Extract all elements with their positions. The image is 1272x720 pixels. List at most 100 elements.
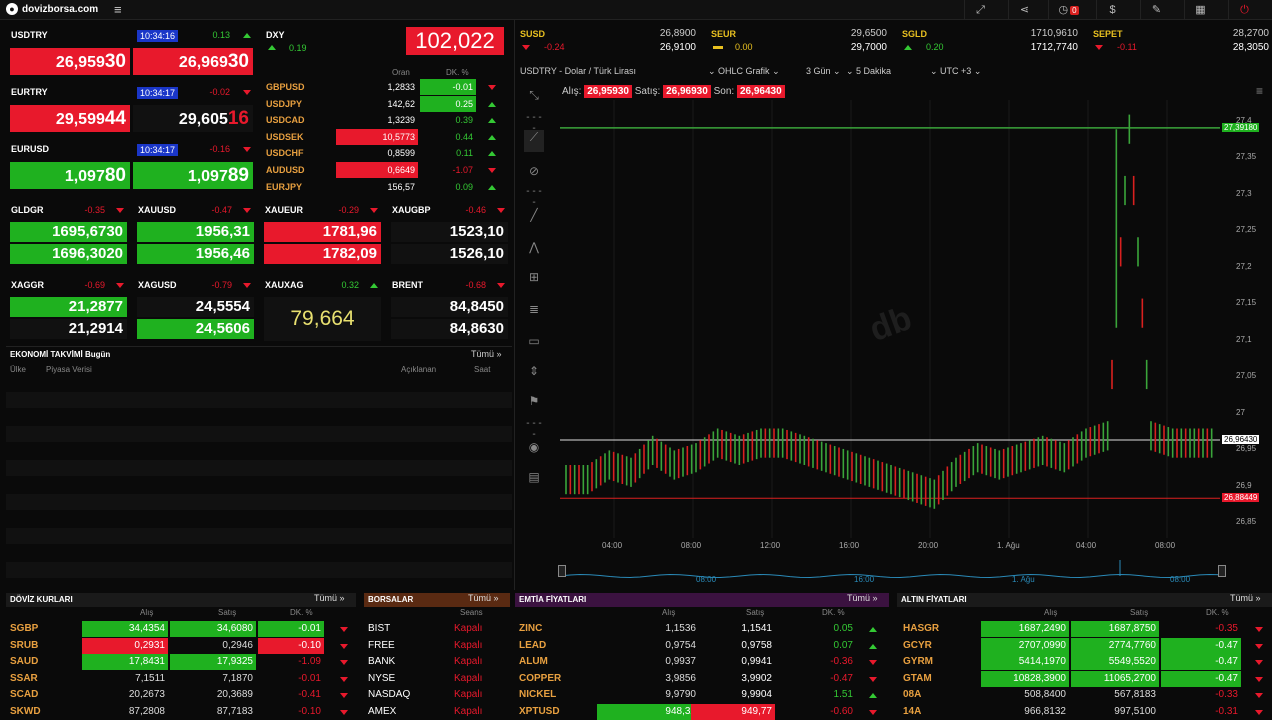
doviz-all-link[interactable]: Tümü » xyxy=(314,593,345,603)
exchange-row[interactable]: NYSE Kapalı xyxy=(364,671,510,687)
flag-icon[interactable]: ⚑ xyxy=(524,394,544,408)
arrow-down-icon xyxy=(340,627,348,632)
commodity-row[interactable]: XPTUSD 948,32 949,77 -0.60 xyxy=(515,703,889,720)
session-status: Kapalı xyxy=(454,639,483,651)
exchange-row[interactable]: FREE Kapalı xyxy=(364,638,510,654)
metal-ask[interactable]: 1696,3020 xyxy=(10,244,127,264)
x-tick: 08:00 xyxy=(1155,541,1176,550)
metal-ask[interactable]: 1526,10 xyxy=(391,244,508,264)
fx-bid[interactable]: 26,95930 xyxy=(10,48,130,75)
strip-bid: 1710,9610 xyxy=(1030,28,1078,39)
dash-line-icon[interactable]: - - - - xyxy=(524,186,544,208)
navigator-handle-right[interactable] xyxy=(1218,565,1226,577)
metal-bid[interactable]: 1695,6730 xyxy=(10,222,127,242)
menu-icon[interactable]: ≡ xyxy=(114,2,122,17)
chart-interval-value: 5 Dakika xyxy=(856,66,892,76)
dxy-row[interactable]: USDJPY 142,62 0.25 xyxy=(262,95,502,112)
bid-tail: 30 xyxy=(104,51,126,72)
commodity-row[interactable]: ZINC 1,1536 1,1541 0.05 xyxy=(515,621,889,637)
metal-bid[interactable]: 1523,10 xyxy=(391,222,508,242)
chart-navigator[interactable] xyxy=(560,560,1224,584)
chart-interval-select[interactable]: ⌄ 5 Dakika xyxy=(846,66,891,77)
exchange-row[interactable]: NASDAQ Kapalı xyxy=(364,687,510,703)
econ-all-link[interactable]: Tümü » xyxy=(471,349,502,359)
chart-tz-select[interactable]: ⌄ UTC +3 ⌄ xyxy=(930,66,981,77)
metal-ask[interactable]: 1956,46 xyxy=(137,244,254,264)
metal-bid[interactable]: 1781,96 xyxy=(264,222,381,242)
edit-icon[interactable]: ✎ xyxy=(1140,0,1172,20)
currency-icon[interactable]: $ xyxy=(1096,0,1128,20)
text-tool-icon[interactable]: ▭ xyxy=(524,334,544,348)
line-tool-icon[interactable]: ╱ xyxy=(524,208,544,222)
fx-bid[interactable]: 1,09780 xyxy=(10,162,130,189)
col-change: DK. % xyxy=(290,608,313,617)
exchange-row[interactable]: BANK Kapalı xyxy=(364,654,510,670)
borsalar-all-link[interactable]: Tümü » xyxy=(468,593,499,603)
dxy-row[interactable]: USDCAD 1,3239 0.39 xyxy=(262,112,502,128)
commodity-row[interactable]: LEAD 0,9754 0,9758 0.07 xyxy=(515,638,889,654)
dxy-row[interactable]: GBPUSD 1,2833 -0.01 xyxy=(262,79,502,95)
trend-icon[interactable]: ⟋ xyxy=(524,130,544,152)
metal-ask[interactable]: 84,8630 xyxy=(391,319,508,339)
gold-row[interactable]: HASGR 1687,2490 1687,8750 -0.35 xyxy=(897,621,1272,637)
chart-type-value: OHLC Grafik xyxy=(718,66,770,76)
hide-icon[interactable]: ⊘ xyxy=(524,164,544,178)
doviz-row[interactable]: SKWD 87,2808 87,7183 -0.10 xyxy=(6,704,356,720)
exchange-row[interactable]: BIST Kapalı xyxy=(364,621,510,637)
metal-ask[interactable]: 24,5606 xyxy=(137,319,254,339)
commodity-row[interactable]: ALUM 0,9937 0,9941 -0.36 xyxy=(515,654,889,670)
doviz-row[interactable]: SCAD 20,2673 20,3689 -0.41 xyxy=(6,687,356,703)
dxy-row[interactable]: EURJPY 156,57 0.09 xyxy=(262,179,502,195)
doviz-row[interactable]: SAUD 17,8431 17,9325 -1.09 xyxy=(6,654,356,670)
commodity-row[interactable]: NICKEL 9,9790 9,9904 1.51 xyxy=(515,687,889,703)
metal-bid[interactable]: 84,8450 xyxy=(391,297,508,317)
gold-row[interactable]: 14A 966,8132 997,5100 -0.31 xyxy=(897,704,1272,720)
power-icon[interactable]: ⏻ xyxy=(1228,0,1260,20)
alarm-button[interactable]: ◷ 0 xyxy=(1048,0,1088,20)
metal-ask[interactable]: 21,2914 xyxy=(10,319,127,339)
gold-row[interactable]: GYRM 5414,1970 5549,5520 -0.47 xyxy=(897,654,1272,670)
dxy-row[interactable]: AUDUSD 0,6649 -1.07 xyxy=(262,162,502,178)
dash-line-icon[interactable]: - - - - xyxy=(524,418,544,440)
fx-ask[interactable]: 29,60516 xyxy=(133,105,253,132)
chart-menu-icon[interactable]: ≡ xyxy=(1256,84,1263,98)
dxy-value[interactable]: 102,022 xyxy=(406,27,504,55)
emtia-all-link[interactable]: Tümü » xyxy=(847,593,878,603)
fx-ask[interactable]: 26,96930 xyxy=(133,48,253,75)
metal-bid[interactable]: 1956,31 xyxy=(137,222,254,242)
metal-bid[interactable]: 21,2877 xyxy=(10,297,127,317)
measure-icon[interactable]: ⇕ xyxy=(524,364,544,378)
fullscreen-icon[interactable]: ⤢ xyxy=(964,0,996,20)
doviz-row[interactable]: SGBP 34,4354 34,6080 -0.01 xyxy=(6,621,356,637)
col-alis: Alış xyxy=(662,608,676,617)
metal-bid[interactable]: 24,5554 xyxy=(137,297,254,317)
chart-range-select[interactable]: 3 Gün ⌄ xyxy=(806,66,841,77)
exchange-row[interactable]: AMEX Kapalı xyxy=(364,704,510,720)
y-tick: 27 xyxy=(1236,407,1245,417)
metal-ask[interactable]: 1782,09 xyxy=(264,244,381,264)
share-icon[interactable]: ⋖ xyxy=(1008,0,1040,20)
altin-all-link[interactable]: Tümü » xyxy=(1230,593,1261,603)
calculator-icon[interactable]: ▦ xyxy=(1184,0,1216,20)
dxy-row[interactable]: USDSEK 10,5773 0.44 xyxy=(262,128,502,145)
fx-bid[interactable]: 29,59944 xyxy=(10,105,130,132)
site-logo[interactable]: ● dovizborsa.com xyxy=(6,3,98,15)
folder-icon[interactable]: ▤ xyxy=(524,470,544,484)
gold-row[interactable]: GCYR 2707,0990 2774,7760 -0.47 xyxy=(897,637,1272,654)
doviz-row[interactable]: SRUB 0,2931 0,2946 -0.10 xyxy=(6,637,356,654)
gold-row[interactable]: 08A 508,8400 567,8183 -0.33 xyxy=(897,687,1272,703)
fib-icon[interactable]: ≣ xyxy=(524,302,544,316)
ask: 5549,5520 xyxy=(1071,654,1159,670)
eye-icon[interactable]: ◉ xyxy=(524,440,544,454)
crosshair-icon[interactable]: ⤡ xyxy=(524,88,544,103)
chart-type-select[interactable]: ⌄ OHLC Grafik ⌄ xyxy=(708,66,780,77)
fx-ask[interactable]: 1,09789 xyxy=(133,162,253,189)
pattern-icon[interactable]: ⋀ xyxy=(524,240,544,254)
navigator-handle-left[interactable] xyxy=(558,565,566,577)
grid-tool-icon[interactable]: ⊞ xyxy=(524,270,544,284)
metal-value[interactable]: 79,664 xyxy=(264,297,381,341)
doviz-row[interactable]: SSAR 7,1511 7,1870 -0.01 xyxy=(6,671,356,687)
dxy-row[interactable]: USDCHF 0,8599 0.11 xyxy=(262,145,502,161)
gold-row[interactable]: GTAM 10828,3900 11065,2700 -0.47 xyxy=(897,670,1272,687)
commodity-row[interactable]: COPPER 3,9856 3,9902 -0.47 xyxy=(515,671,889,687)
